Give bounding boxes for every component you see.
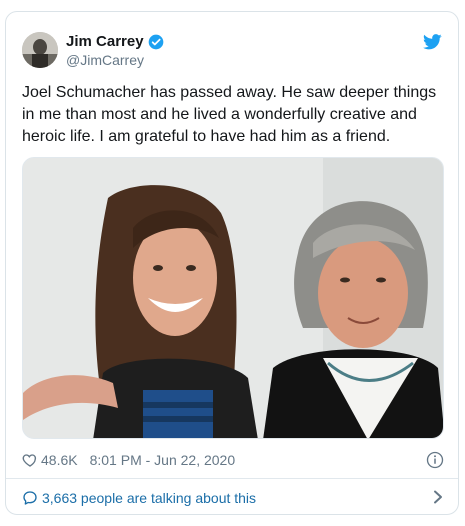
like-button[interactable]: 48.6K [22,452,78,468]
tweet-text: Joel Schumacher has passed away. He saw … [22,84,437,145]
tweet-photo[interactable] [22,157,444,439]
talking-about-text: 3,663 people are talking about this [42,490,257,506]
divider [6,478,458,479]
info-icon[interactable] [426,451,444,469]
tweet-timestamp[interactable]: 8:01 PM - Jun 22, 2020 [90,452,236,468]
avatar[interactable] [22,32,58,68]
like-count: 48.6K [41,452,78,468]
talking-about-link[interactable]: 3,663 people are talking about this [22,487,444,509]
twitter-bird-icon[interactable] [423,34,442,50]
photo-two-men [23,158,443,438]
chevron-right-icon [434,490,442,504]
speech-bubble-icon [23,491,37,505]
verified-badge-icon [148,34,163,49]
avatar-image [22,32,58,68]
author-name[interactable]: Jim Carrey [66,33,144,50]
tweet-card: Jim Carrey @JimCarrey Joel Schumacher ha… [5,11,459,515]
author-handle[interactable]: @JimCarrey [66,52,144,68]
heart-icon [22,454,37,467]
